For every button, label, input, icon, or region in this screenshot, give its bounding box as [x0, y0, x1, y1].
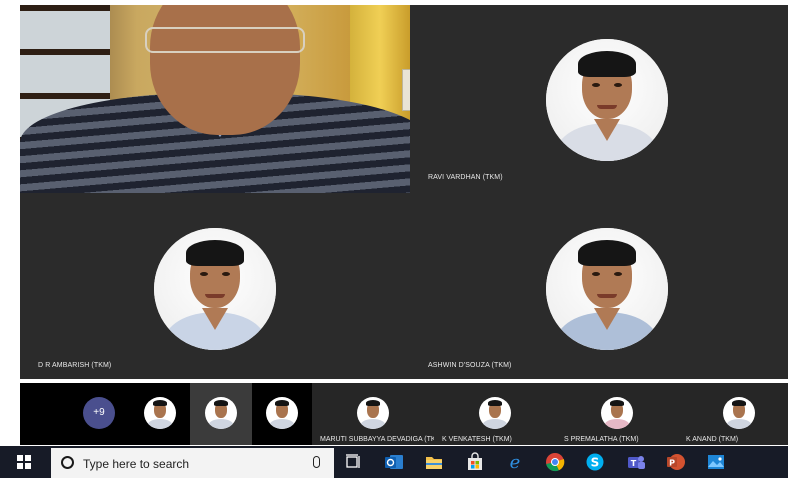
participant-thumb-anand[interactable]: K ANAND (TKM)	[678, 383, 788, 445]
participant-name: K ANAND (TKM)	[686, 436, 739, 443]
powerpoint-icon[interactable]: P	[666, 452, 686, 472]
avatar	[144, 397, 176, 429]
overflow-thumb[interactable]: +9	[20, 383, 130, 445]
file-explorer-icon[interactable]	[424, 452, 444, 472]
avatar	[205, 397, 237, 429]
svg-text:S: S	[591, 456, 600, 470]
edge-icon[interactable]: e	[505, 452, 525, 472]
avatar	[546, 39, 668, 161]
chrome-icon[interactable]	[545, 452, 565, 472]
meeting-window: RAVI VARDHAN (TKM) D R AMBARISH (TKM) AS…	[0, 0, 788, 478]
windows-taskbar: Type here to search e S T P	[0, 446, 788, 478]
search-placeholder: Type here to search	[83, 457, 190, 471]
wall-switch	[402, 69, 410, 111]
windows-start-icon[interactable]	[17, 455, 31, 469]
taskbar-search-box[interactable]: Type here to search	[51, 448, 334, 478]
person-glasses	[145, 27, 305, 53]
participant-name: S PREMALATHA (TKM)	[564, 436, 639, 443]
svg-text:P: P	[669, 459, 675, 468]
participant-thumb[interactable]	[252, 383, 312, 445]
avatar	[479, 397, 511, 429]
participant-tile-d-r-ambarish[interactable]: D R AMBARISH (TKM)	[20, 193, 410, 379]
avatar	[357, 397, 389, 429]
teams-icon[interactable]: T	[626, 452, 646, 472]
avatar	[154, 228, 276, 350]
skype-icon[interactable]: S	[585, 452, 605, 472]
participant-name: RAVI VARDHAN (TKM)	[428, 174, 503, 181]
person-head	[150, 5, 300, 135]
svg-text:e: e	[510, 452, 521, 472]
svg-text:T: T	[631, 459, 637, 468]
video-tile-camera[interactable]	[20, 5, 410, 193]
participant-tile-ravi-vardhan[interactable]: RAVI VARDHAN (TKM)	[410, 5, 788, 193]
participant-thumb-venkatesh[interactable]: K VENKATESH (TKM)	[434, 383, 556, 445]
participant-name: MARUTI SUBBAYYA DEVADIGA (TKM)	[320, 436, 444, 443]
outlook-icon[interactable]	[384, 452, 404, 472]
avatar	[546, 228, 668, 350]
avatar	[723, 397, 755, 429]
avatar	[266, 397, 298, 429]
participant-filmstrip: +9 MARUTI SUBBAYYA DEVADIGA (TKM) K VENK…	[20, 383, 788, 445]
participant-name: K VENKATESH (TKM)	[442, 436, 512, 443]
microphone-icon[interactable]	[313, 456, 320, 468]
store-icon[interactable]	[465, 452, 485, 472]
participant-tile-ashwin-dsouza[interactable]: ASHWIN D'SOUZA (TKM)	[410, 193, 788, 379]
participant-thumb-selected[interactable]	[190, 383, 252, 445]
participant-thumb[interactable]	[130, 383, 190, 445]
participant-name: ASHWIN D'SOUZA (TKM)	[428, 362, 512, 369]
cortana-icon[interactable]	[61, 456, 74, 469]
participant-thumb-premalatha[interactable]: S PREMALATHA (TKM)	[556, 383, 678, 445]
avatar	[601, 397, 633, 429]
task-view-icon[interactable]	[343, 452, 363, 472]
photos-icon[interactable]	[706, 452, 726, 472]
participant-name: D R AMBARISH (TKM)	[38, 362, 112, 369]
participant-thumb-maruti[interactable]: MARUTI SUBBAYYA DEVADIGA (TKM)	[312, 383, 444, 445]
more-participants-badge[interactable]: +9	[83, 397, 115, 429]
